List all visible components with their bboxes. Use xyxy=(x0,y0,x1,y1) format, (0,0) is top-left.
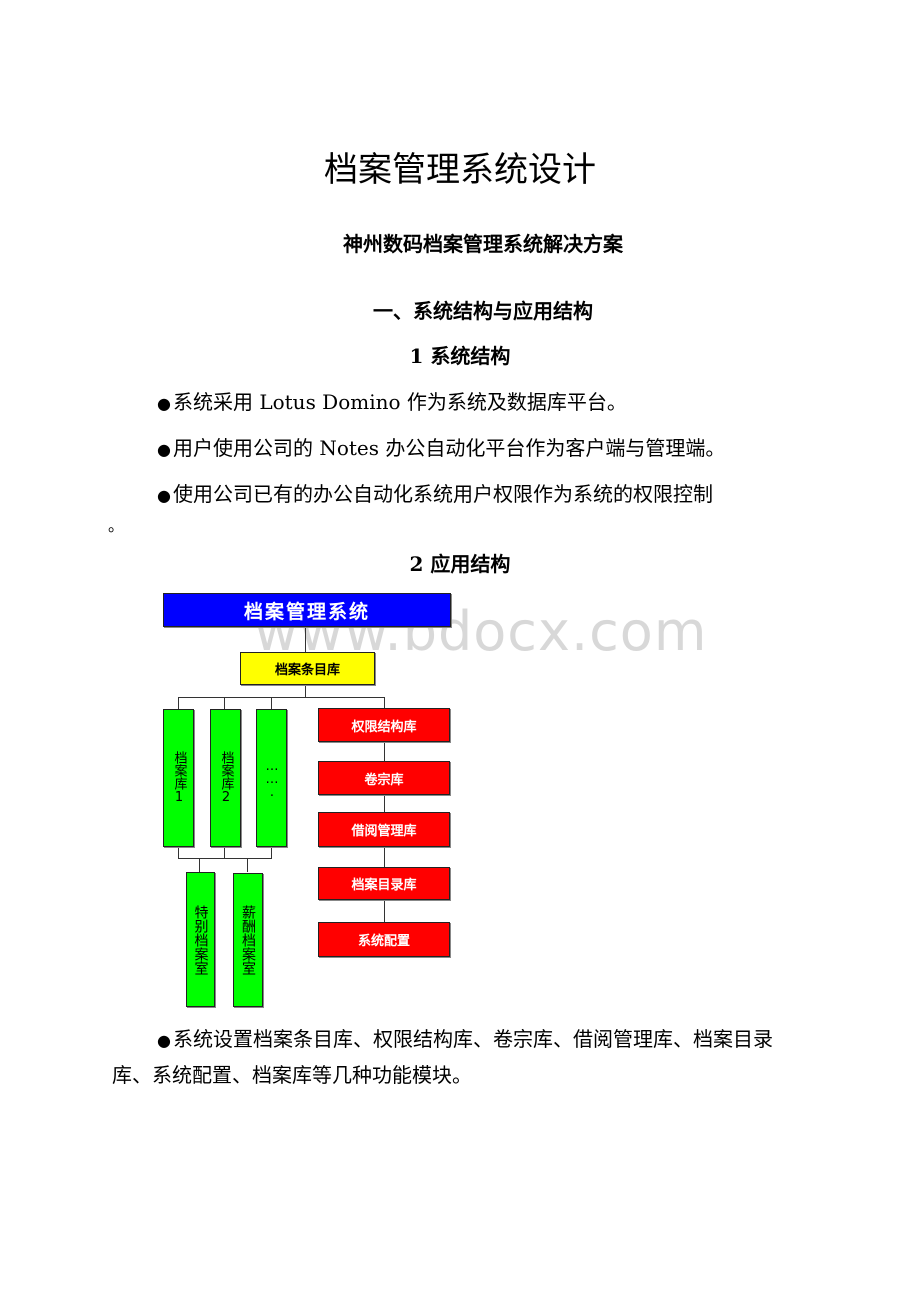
connector-line xyxy=(305,685,306,697)
connector-line xyxy=(178,847,179,858)
bullet-icon xyxy=(157,390,173,414)
document-subtitle: 神州数码档案管理系统解决方案 xyxy=(343,232,623,256)
salary-room-node: 薪酬档案室 xyxy=(233,873,263,1007)
subsection-heading-system-structure: 1 系统结构 xyxy=(409,344,511,368)
connector-line xyxy=(384,697,385,708)
connector-line xyxy=(384,742,385,761)
document-title: 档案管理系统设计 xyxy=(324,150,596,190)
connector-line xyxy=(178,697,385,698)
bullet-icon xyxy=(157,1027,173,1051)
module-node-permissions: 权限结构库 xyxy=(318,708,450,742)
connector-line xyxy=(305,627,306,652)
connector-line xyxy=(271,847,272,858)
module-node-directory: 档案目录库 xyxy=(318,867,450,900)
connector-line xyxy=(384,900,385,922)
bullet-item: 用户使用公司的 Notes 办公自动化平台作为客户端与管理端。 xyxy=(112,430,804,468)
connector-line xyxy=(224,697,225,709)
connector-line xyxy=(384,795,385,812)
trailing-period: 。 xyxy=(108,516,125,535)
connector-line xyxy=(247,858,248,872)
summary-text: 系统设置档案条目库、权限结构库、卷宗库、借阅管理库、档案目录库、系统配置、档案库… xyxy=(112,1027,773,1087)
bullet-icon xyxy=(157,436,173,460)
connector-line xyxy=(178,858,272,859)
connector-line xyxy=(178,697,179,709)
archive-node-more: ……. xyxy=(256,709,287,847)
connector-line xyxy=(271,697,272,709)
archive-node-1: 档案库1 xyxy=(163,709,194,847)
root-node: 档案管理系统 xyxy=(163,593,451,627)
connector-line xyxy=(199,858,200,872)
bullet-text: 用户使用公司的 Notes 办公自动化平台作为客户端与管理端。 xyxy=(172,436,726,460)
section-heading: 一、系统结构与应用结构 xyxy=(373,299,593,323)
archive-node-2: 档案库2 xyxy=(210,709,241,847)
connector-line xyxy=(224,847,225,858)
bullet-item: 系统采用 Lotus Domino 作为系统及数据库平台。 xyxy=(112,384,804,422)
bullet-icon xyxy=(157,482,173,506)
module-node-dossier: 卷宗库 xyxy=(318,761,450,795)
summary-paragraph: 系统设置档案条目库、权限结构库、卷宗库、借阅管理库、档案目录库、系统配置、档案库… xyxy=(112,1022,804,1092)
subsection-heading-application-structure: 2 应用结构 xyxy=(409,552,511,576)
module-node-config: 系统配置 xyxy=(318,922,450,957)
special-room-node: 特别档案室 xyxy=(186,872,215,1007)
connector-line xyxy=(384,847,385,867)
bullet-text: 系统采用 Lotus Domino 作为系统及数据库平台。 xyxy=(172,390,627,414)
module-node-borrowing: 借阅管理库 xyxy=(318,812,450,847)
catalog-node: 档案条目库 xyxy=(240,652,375,685)
bullet-text: 使用公司已有的办公自动化系统用户权限作为系统的权限控制 xyxy=(172,482,713,506)
